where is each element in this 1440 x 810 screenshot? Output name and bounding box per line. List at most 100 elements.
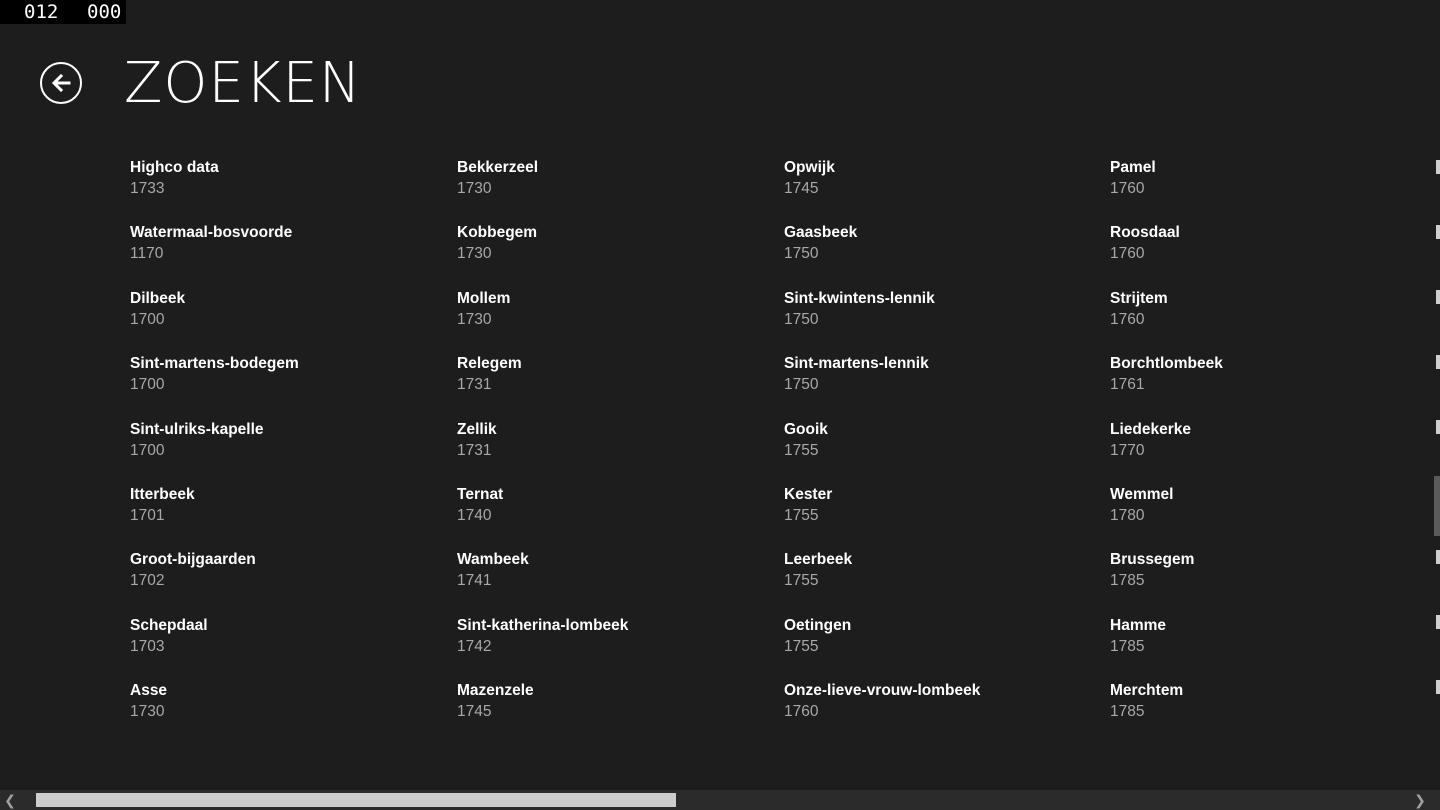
result-item[interactable]: Liedekerke 1770 bbox=[1110, 420, 1410, 476]
result-item[interactable]: Ternat 1740 bbox=[457, 485, 757, 541]
result-item[interactable]: Sint-martens-bodegem 1700 bbox=[130, 354, 430, 410]
result-item[interactable]: Oetingen 1755 bbox=[784, 616, 1084, 672]
result-postal-code: 1700 bbox=[130, 442, 165, 459]
result-item[interactable]: Pamel 1760 bbox=[1110, 158, 1410, 214]
result-postal-code: 1755 bbox=[784, 572, 819, 589]
result-postal-code: 1760 bbox=[784, 703, 819, 720]
result-name: Liedekerke bbox=[1110, 421, 1191, 438]
result-postal-code: 1701 bbox=[130, 507, 165, 524]
result-name: Mollem bbox=[457, 290, 511, 307]
result-name: Onze-lieve-vrouw-lombeek bbox=[784, 682, 981, 699]
result-item[interactable]: Opwijk 1745 bbox=[784, 158, 1084, 214]
result-item[interactable]: Strijtem 1760 bbox=[1110, 289, 1410, 345]
result-postal-code: 1755 bbox=[784, 638, 819, 655]
result-name: Mazenzele bbox=[457, 682, 534, 699]
result-name: Sint-martens-bodegem bbox=[130, 355, 299, 372]
result-item[interactable]: Kester 1755 bbox=[784, 485, 1084, 541]
result-postal-code: 1785 bbox=[1110, 703, 1145, 720]
result-item[interactable]: Bekkerzeel 1730 bbox=[457, 158, 757, 214]
result-item[interactable]: Roosdaal 1760 bbox=[1110, 223, 1410, 279]
result-postal-code: 1730 bbox=[457, 245, 492, 262]
result-postal-code: 1703 bbox=[130, 638, 165, 655]
result-postal-code: 1760 bbox=[1110, 311, 1145, 328]
result-item[interactable]: Mazenzele 1745 bbox=[457, 681, 757, 737]
result-name: Borchtlombeek bbox=[1110, 355, 1223, 372]
result-postal-code: 1785 bbox=[1110, 638, 1145, 655]
result-postal-code: 1700 bbox=[130, 311, 165, 328]
result-item[interactable]: Highco data 1733 bbox=[130, 158, 430, 214]
result-name: Gaasbeek bbox=[784, 224, 858, 241]
result-item[interactable]: Hamme 1785 bbox=[1110, 616, 1410, 672]
result-name: Relegem bbox=[457, 355, 522, 372]
result-postal-code: 1742 bbox=[457, 638, 492, 655]
result-postal-code: 1731 bbox=[457, 376, 492, 393]
result-postal-code: 1750 bbox=[784, 376, 819, 393]
result-item[interactable]: Asse 1730 bbox=[130, 681, 430, 737]
result-item[interactable]: Sint-martens-lennik 1750 bbox=[784, 354, 1084, 410]
vertical-scroll-indicator[interactable] bbox=[1434, 476, 1440, 536]
result-name: Sint-martens-lennik bbox=[784, 355, 929, 372]
result-item[interactable]: Itterbeek 1701 bbox=[130, 485, 430, 541]
scroll-left-button[interactable]: ❮ bbox=[0, 790, 20, 810]
result-item[interactable]: Groot-bijgaarden 1702 bbox=[130, 550, 430, 606]
result-postal-code: 1730 bbox=[130, 703, 165, 720]
result-postal-code: 1730 bbox=[457, 180, 492, 197]
result-postal-code: 1741 bbox=[457, 572, 492, 589]
chevron-right-icon: ❯ bbox=[1414, 792, 1426, 808]
result-postal-code: 1785 bbox=[1110, 572, 1145, 589]
result-item[interactable]: Sint-katherina-lombeek 1742 bbox=[457, 616, 757, 672]
result-name: Wemmel bbox=[1110, 486, 1174, 503]
result-name: Ternat bbox=[457, 486, 504, 503]
result-name: Schepdaal bbox=[130, 617, 208, 634]
result-item[interactable]: Kobbegem 1730 bbox=[457, 223, 757, 279]
result-item[interactable]: Relegem 1731 bbox=[457, 354, 757, 410]
result-name: Bekkerzeel bbox=[457, 159, 539, 176]
result-postal-code: 1733 bbox=[130, 180, 165, 197]
result-postal-code: 1170 bbox=[130, 245, 164, 262]
result-name: Opwijk bbox=[784, 159, 835, 176]
result-item[interactable]: Merchtem 1785 bbox=[1110, 681, 1410, 737]
result-item[interactable]: Zellik 1731 bbox=[457, 420, 757, 476]
result-item[interactable]: Onze-lieve-vrouw-lombeek 1760 bbox=[784, 681, 1084, 737]
search-results-grid: Highco data 1733 Watermaal-bosvoorde 1170 Di… bbox=[0, 0, 1440, 790]
scroll-right-button[interactable]: ❯ bbox=[1410, 790, 1430, 810]
result-name: Roosdaal bbox=[1110, 224, 1180, 241]
result-postal-code: 1760 bbox=[1110, 245, 1145, 262]
result-name: Pamel bbox=[1110, 159, 1156, 176]
result-item[interactable]: Watermaal-bosvoorde 1170 bbox=[130, 223, 430, 279]
result-item[interactable]: Sint-ulriks-kapelle 1700 bbox=[130, 420, 430, 476]
result-item[interactable]: Wemmel 1780 bbox=[1110, 485, 1410, 541]
result-item[interactable]: Dilbeek 1700 bbox=[130, 289, 430, 345]
result-postal-code: 1755 bbox=[784, 507, 819, 524]
result-item[interactable]: Brussegem 1785 bbox=[1110, 550, 1410, 606]
chevron-left-icon: ❮ bbox=[4, 792, 16, 808]
result-name: Merchtem bbox=[1110, 682, 1184, 699]
result-postal-code: 1770 bbox=[1110, 442, 1145, 459]
result-item[interactable]: Leerbeek 1755 bbox=[784, 550, 1084, 606]
result-name: Leerbeek bbox=[784, 551, 853, 568]
result-name: Highco data bbox=[130, 159, 219, 176]
result-name: Itterbeek bbox=[130, 486, 195, 503]
result-item[interactable]: Gaasbeek 1750 bbox=[784, 223, 1084, 279]
result-name: Kobbegem bbox=[457, 224, 538, 241]
result-name: Oetingen bbox=[784, 617, 852, 634]
result-name: Groot-bijgaarden bbox=[130, 551, 256, 568]
result-item[interactable]: Schepdaal 1703 bbox=[130, 616, 430, 672]
result-item[interactable]: Gooik 1755 bbox=[784, 420, 1084, 476]
result-name: Sint-kwintens-lennik bbox=[784, 290, 935, 307]
result-name: Wambeek bbox=[457, 551, 529, 568]
scrollbar-track[interactable] bbox=[20, 793, 1410, 807]
result-postal-code: 1745 bbox=[457, 703, 492, 720]
horizontal-scrollbar[interactable]: ❮ ❯ bbox=[0, 790, 1440, 810]
result-name: Hamme bbox=[1110, 617, 1166, 634]
result-item[interactable]: Mollem 1730 bbox=[457, 289, 757, 345]
result-item[interactable]: Wambeek 1741 bbox=[457, 550, 757, 606]
result-postal-code: 1780 bbox=[1110, 507, 1145, 524]
result-name: Zellik bbox=[457, 421, 497, 438]
scrollbar-thumb[interactable] bbox=[36, 793, 676, 807]
result-item[interactable]: Borchtlombeek 1761 bbox=[1110, 354, 1410, 410]
result-postal-code: 1731 bbox=[457, 442, 492, 459]
result-item[interactable]: Sint-kwintens-lennik 1750 bbox=[784, 289, 1084, 345]
result-name: Kester bbox=[784, 486, 833, 503]
result-postal-code: 1761 bbox=[1110, 376, 1145, 393]
